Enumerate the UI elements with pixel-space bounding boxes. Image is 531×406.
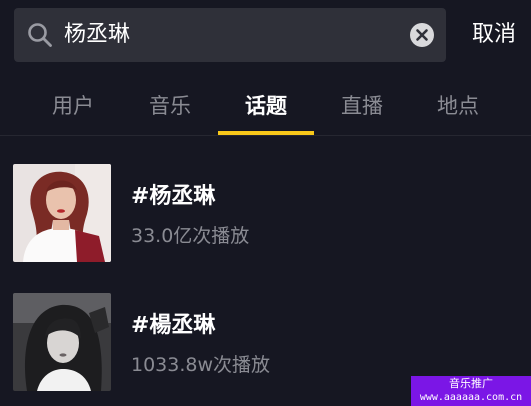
topic-play-count: 1033.8w次播放 [131,354,271,376]
promo-url: www.aaaaaa.com.cn [419,392,523,403]
topic-result-item[interactable]: #杨丞琳 33.0亿次播放 [0,164,531,264]
promo-watermark-badge: 音乐推广 www.aaaaaa.com.cn [411,376,531,406]
topic-thumbnail [13,164,111,262]
search-icon [26,21,54,49]
tab-music[interactable]: 音乐 [124,78,216,134]
cancel-button[interactable]: 取消 [462,8,526,62]
tab-live[interactable]: 直播 [316,78,408,134]
search-bar[interactable]: 杨丞琳 [14,8,446,62]
search-results-screen: 杨丞琳 取消 用户 音乐 话题 直播 地点 #杨丞琳 33.0亿次播放 #楊丞琳… [0,0,531,406]
promo-title: 音乐推广 [449,377,493,390]
topic-title: #杨丞琳 [131,184,216,209]
topic-title: #楊丞琳 [131,313,216,338]
clear-icon[interactable] [410,23,434,47]
tab-topics[interactable]: 话题 [218,78,314,134]
tab-users[interactable]: 用户 [28,78,118,134]
topic-thumbnail [13,293,111,391]
tab-bar: 用户 音乐 话题 直播 地点 [0,78,531,136]
topic-play-count: 33.0亿次播放 [131,225,250,247]
tab-places[interactable]: 地点 [412,78,504,134]
search-input[interactable]: 杨丞琳 [64,8,394,62]
tabs-divider [0,135,531,136]
